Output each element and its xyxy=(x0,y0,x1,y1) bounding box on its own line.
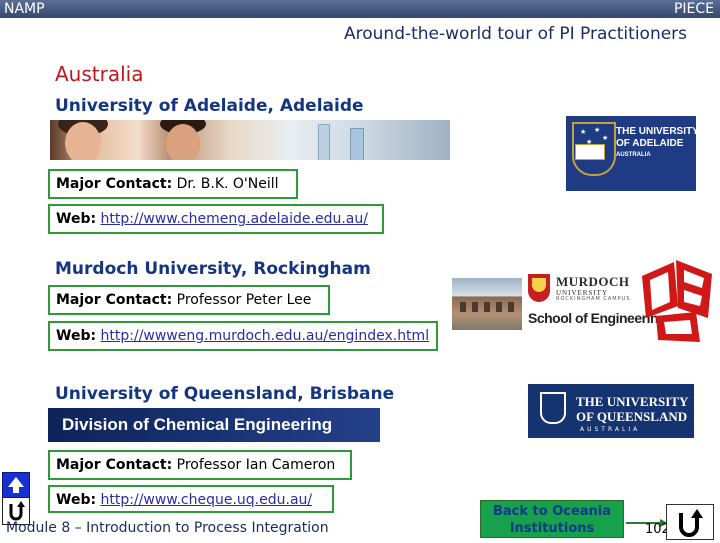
queensland-contact-box: Major Contact: Professor Ian Cameron xyxy=(48,450,352,480)
header-right-text: PIECE xyxy=(673,1,714,17)
back-to-oceania-button[interactable]: Back to Oceania Institutions xyxy=(480,500,624,538)
web-label: Web: xyxy=(56,328,97,344)
contact-label: Major Contact: xyxy=(56,292,173,308)
return-icon xyxy=(679,509,703,537)
murdoch-logo: MURDOCH UNIVERSITY ROCKINGHAM CAMPUS Sch… xyxy=(528,274,667,326)
web-label: Web: xyxy=(56,211,97,227)
university-adelaide-title: University of Adelaide, Adelaide xyxy=(55,96,364,116)
murdoch-web-link[interactable]: http://wwweng.murdoch.edu.au/engindex.ht… xyxy=(101,328,430,344)
adelaide-photo xyxy=(50,120,450,160)
queensland-web-box: Web: http://www.cheque.uq.edu.au/ xyxy=(48,485,334,513)
murdoch-campus-photo xyxy=(452,278,522,330)
return-button[interactable] xyxy=(666,504,714,540)
queensland-crest-icon xyxy=(540,392,566,424)
header-bar: NAMP PIECE xyxy=(0,0,720,18)
arrow-up-icon xyxy=(8,477,24,493)
university-queensland-title: University of Queensland, Brisbane xyxy=(55,384,395,404)
web-label: Web: xyxy=(56,492,97,508)
contact-label: Major Contact: xyxy=(56,176,173,192)
adelaide-web-link[interactable]: http://www.chemeng.adelaide.edu.au/ xyxy=(101,211,368,227)
header-left-text: NAMP xyxy=(4,1,45,17)
me-logo-icon xyxy=(642,260,712,342)
adelaide-logo: ★ ★ ★ ★ THE UNIVERSITY OF ADELAIDE AUSTR… xyxy=(566,116,699,191)
university-murdoch-title: Murdoch University, Rockingham xyxy=(55,259,371,279)
adelaide-contact-box: Major Contact: Dr. B.K. O'Neill xyxy=(48,169,298,199)
contact-value: Dr. B.K. O'Neill xyxy=(176,176,279,192)
contact-value: Professor Ian Cameron xyxy=(176,457,336,473)
nav-up-button[interactable] xyxy=(2,472,30,498)
contact-value: Professor Peter Lee xyxy=(176,292,312,308)
murdoch-contact-box: Major Contact: Professor Peter Lee xyxy=(48,285,330,315)
country-heading: Australia xyxy=(55,62,144,86)
murdoch-web-box: Web: http://wwweng.murdoch.edu.au/engind… xyxy=(48,321,438,351)
queensland-web-link[interactable]: http://www.cheque.uq.edu.au/ xyxy=(101,492,313,508)
footer-module-text: Module 8 – Introduction to Process Integ… xyxy=(6,520,329,536)
queensland-division-banner: Division of Chemical Engineering xyxy=(48,408,380,442)
adelaide-web-box: Web: http://www.chemeng.adelaide.edu.au/ xyxy=(48,204,384,234)
slide-subtitle: Around-the-world tour of PI Practitioner… xyxy=(344,24,688,44)
murdoch-crest-icon xyxy=(528,274,550,302)
queensland-logo: THE UNIVERSITY OF QUEENSLAND AUSTRALIA xyxy=(528,384,694,438)
contact-label: Major Contact: xyxy=(56,457,173,473)
